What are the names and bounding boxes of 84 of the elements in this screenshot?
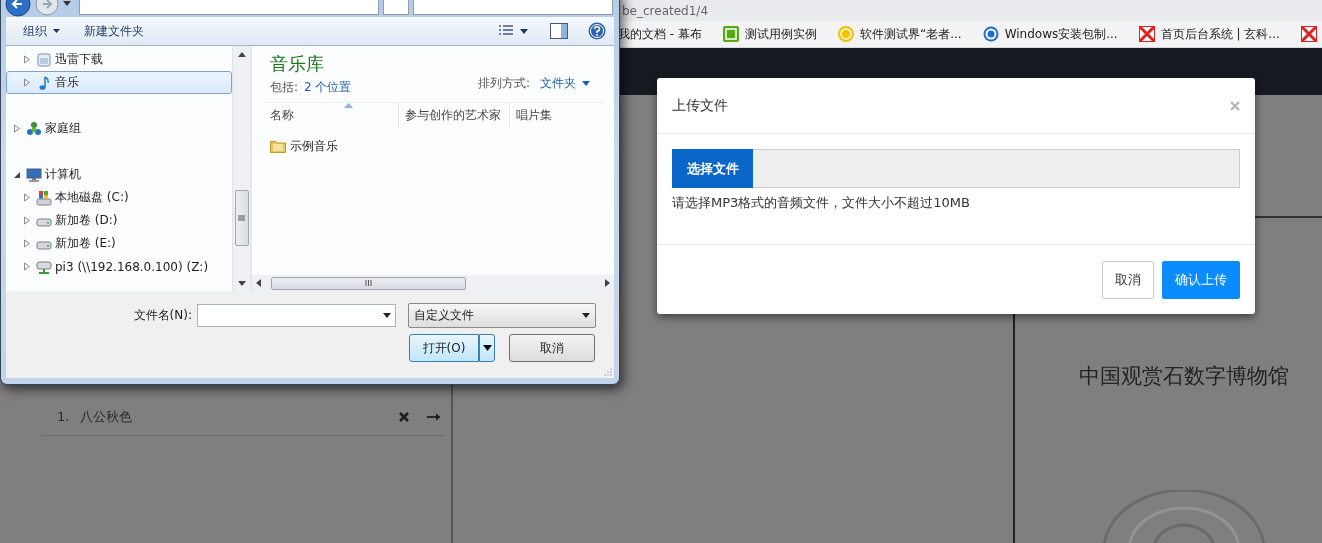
new-folder-button[interactable]: 新建文件夹 [75,19,153,43]
folder-icon [270,139,286,153]
scrollbar-thumb[interactable] [234,190,249,246]
coin-icon [837,26,854,42]
collapsed-arrow-icon[interactable] [23,193,31,202]
caret-down-icon[interactable] [520,28,528,34]
drive-box-icon [36,51,52,68]
preview-pane-icon[interactable] [550,23,568,39]
cancel-button[interactable]: 取消 [1102,260,1154,299]
scroll-down-icon[interactable] [237,281,246,286]
bookmark-link[interactable]: Windows安装包制... [982,25,1118,43]
caret-down-icon [582,313,590,318]
scroll-up-icon[interactable] [237,52,246,57]
arrange-dropdown[interactable]: 文件夹 [540,75,590,92]
vertical-scrollbar[interactable] [232,46,250,291]
caret-down-icon [582,81,590,86]
open-menu-button[interactable] [479,334,495,362]
includes-label: 包括: [270,79,299,96]
arrow-right-icon[interactable] [427,412,441,421]
tile-icon [722,26,739,42]
filename-label: 文件名(N): [132,307,192,324]
column-header[interactable]: 参与创作的艺术家 [399,103,511,128]
grip-icon [365,280,372,286]
museum-title: 中国观赏石数字博物馆 [1078,363,1289,390]
windows-drive-icon [36,189,52,206]
file-type-dropdown[interactable]: 自定义文件 [408,303,596,328]
horizontal-scrollbar[interactable] [252,275,614,291]
scroll-left-icon[interactable] [256,279,261,287]
bookmark-link[interactable]: 软件测试界“老者... [837,25,962,43]
caret-down-icon [383,313,391,318]
flag-icon [1300,26,1317,42]
dialog-title: 上传文件 [672,96,728,115]
collapsed-arrow-icon[interactable] [23,78,31,87]
caret-down-icon [53,29,60,33]
folder-item[interactable]: 示例音乐 [270,137,614,155]
expanded-arrow-icon[interactable] [13,170,21,179]
close-icon[interactable] [1230,100,1240,111]
file-picker-field[interactable]: 选择文件 [672,149,1240,188]
bookmark-link[interactable]: 测试用例实例 [722,25,817,43]
arrange-label: 排列方式: [477,75,530,92]
filename-field[interactable] [197,304,396,327]
bookmark-link[interactable]: 首页后台系统 | 玄科... [1138,25,1280,43]
tree-item[interactable]: 音乐 [6,71,232,94]
close-icon[interactable] [399,411,409,422]
resize-grip-icon [604,368,612,376]
tab-title[interactable]: be_created1/4 [622,3,709,18]
organize-menu[interactable]: 组织 [14,19,69,43]
cancel-button[interactable]: 取消 [509,334,595,362]
tree-item[interactable]: 新加卷 (D:) [6,209,232,232]
sort-ascending-icon [344,103,353,108]
collapsed-arrow-icon[interactable] [13,124,21,133]
caret-down-icon[interactable] [63,0,71,7]
playlist-row[interactable]: 1. 八公秋色 [41,398,445,436]
collapsed-arrow-icon[interactable] [23,55,31,64]
locations-link[interactable]: 2 个位置 [304,79,352,96]
collapsed-arrow-icon[interactable] [23,262,31,271]
homegroup-icon [26,120,42,137]
flag-icon [1138,26,1155,42]
ring-icon [982,26,999,42]
music-note-icon [36,74,52,91]
track-number: 1. [57,409,71,424]
scrollbar-thumb[interactable] [271,276,466,290]
tree-item[interactable]: pi3 (\\192.168.0.100) (Z:) [6,255,232,278]
open-button[interactable]: 打开(O) [409,334,479,362]
tree-item[interactable]: 迅雷下载 [6,48,232,71]
caret-down-icon [482,345,492,351]
scroll-right-icon[interactable] [605,279,610,287]
library-title: 音乐库 [270,52,325,76]
upload-hint: 请选择MP3格式的音频文件，文件大小不超过10MB [672,194,971,212]
collapsed-arrow-icon[interactable] [23,239,31,248]
column-header[interactable]: 唱片集 [510,103,604,128]
computer-icon [26,166,42,183]
network-drive-icon [36,258,52,275]
bookmark-link[interactable] [1300,26,1317,42]
tree-item[interactable]: 本地磁盘 (C:) [6,186,232,209]
tree-item[interactable]: 家庭组 [6,117,232,140]
tree-item[interactable]: 新加卷 (E:) [6,232,232,255]
help-icon[interactable] [588,22,606,40]
view-list-icon[interactable] [498,24,514,38]
grip-icon [238,215,245,221]
collapsed-arrow-icon[interactable] [23,216,31,225]
choose-file-button[interactable]: 选择文件 [672,149,753,188]
tree-item[interactable]: 计算机 [6,163,232,186]
track-title: 八公秋色 [80,407,133,426]
